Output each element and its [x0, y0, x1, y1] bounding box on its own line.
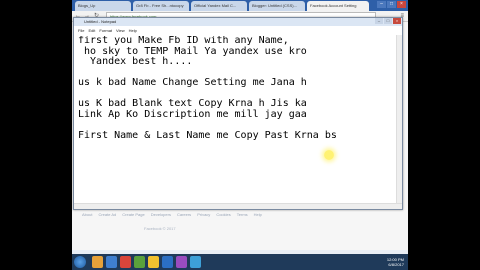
browser-tab-strip: Blogs_Up Gr8 Fb - Free Sh...ntocopy Offi…: [72, 0, 408, 11]
notepad-window-controls: – □ ×: [375, 18, 401, 24]
taskbar-app-icon[interactable]: [134, 256, 145, 268]
footer-link[interactable]: Create Page: [122, 212, 144, 217]
footer-link[interactable]: Careers: [177, 212, 191, 217]
minimize-icon[interactable]: –: [375, 18, 383, 24]
start-button[interactable]: [74, 256, 86, 268]
taskbar-app-icon[interactable]: [190, 256, 201, 268]
footer-link[interactable]: Help: [254, 212, 262, 217]
window-controls: – □ ×: [377, 1, 406, 8]
footer-link[interactable]: Cookies: [216, 212, 230, 217]
menu-view[interactable]: View: [116, 27, 125, 34]
mouse-cursor-highlight: [324, 150, 334, 160]
close-icon[interactable]: ×: [397, 1, 406, 8]
browser-tab[interactable]: Blogger: Untitled (CSS)...: [249, 1, 305, 11]
footer-link[interactable]: Create Ad: [98, 212, 116, 217]
footer-copyright: Facebook © 2017: [144, 226, 176, 231]
vertical-scrollbar[interactable]: [396, 35, 402, 204]
taskbar-app-icon[interactable]: [176, 256, 187, 268]
page-footer-links: About Create Ad Create Page Developers C…: [82, 212, 262, 217]
menu-file[interactable]: File: [78, 27, 84, 34]
text-line: first you Make Fb ID with any Name,: [78, 36, 289, 46]
text-line: us K bad Blank text Copy Krna h Jis ka: [78, 98, 307, 109]
system-clock[interactable]: 12:00 PM 6/8/2017: [387, 257, 404, 267]
menu-format[interactable]: Format: [99, 27, 112, 34]
browser-tab[interactable]: Gr8 Fb - Free Sh...ntocopy: [133, 1, 189, 11]
notepad-title: Untitled - Notepad: [74, 18, 402, 26]
browser-tab-active[interactable]: Facebook Account Setting: [307, 1, 369, 11]
footer-link[interactable]: Developers: [151, 212, 171, 217]
notepad-window: Untitled - Notepad – □ × File Edit Forma…: [73, 17, 403, 210]
text-line: First Name & Last Name me Copy Past Krna…: [78, 129, 337, 141]
clock-date: 6/8/2017: [388, 262, 404, 267]
text-line: Link Ap Ko Discription me mill jay gaa: [78, 108, 307, 120]
screen: Blogs_Up Gr8 Fb - Free Sh...ntocopy Offi…: [72, 0, 408, 270]
notepad-text-area[interactable]: first you Make Fb ID with any Name, ho s…: [78, 36, 396, 203]
notepad-menu-bar: File Edit Format View Help: [74, 27, 402, 34]
footer-link[interactable]: Privacy: [197, 212, 210, 217]
menu-help[interactable]: Help: [129, 27, 137, 34]
footer-link[interactable]: About: [82, 212, 92, 217]
taskbar-app-icon[interactable]: [120, 256, 131, 268]
browser-tab[interactable]: Official Yandex Mail C...: [191, 1, 247, 11]
menu-edit[interactable]: Edit: [88, 27, 95, 34]
text-line: Yandex best h....: [78, 56, 193, 67]
maximize-icon[interactable]: □: [384, 18, 392, 24]
taskbar-app-icon[interactable]: [162, 256, 173, 268]
browser-tab[interactable]: Blogs_Up: [75, 1, 131, 11]
minimize-icon[interactable]: –: [377, 1, 386, 8]
text-line: us k bad Name Change Setting me Jana h: [78, 77, 307, 88]
taskbar-app-icon[interactable]: [148, 256, 159, 268]
taskbar-app-icon[interactable]: [92, 256, 103, 268]
taskbar: 12:00 PM 6/8/2017: [72, 254, 408, 270]
taskbar-app-icon[interactable]: [106, 256, 117, 268]
close-icon[interactable]: ×: [393, 18, 401, 24]
maximize-icon[interactable]: □: [387, 1, 396, 8]
horizontal-scrollbar[interactable]: [74, 203, 402, 209]
footer-link[interactable]: Terms: [237, 212, 248, 217]
text-line: [78, 120, 396, 131]
